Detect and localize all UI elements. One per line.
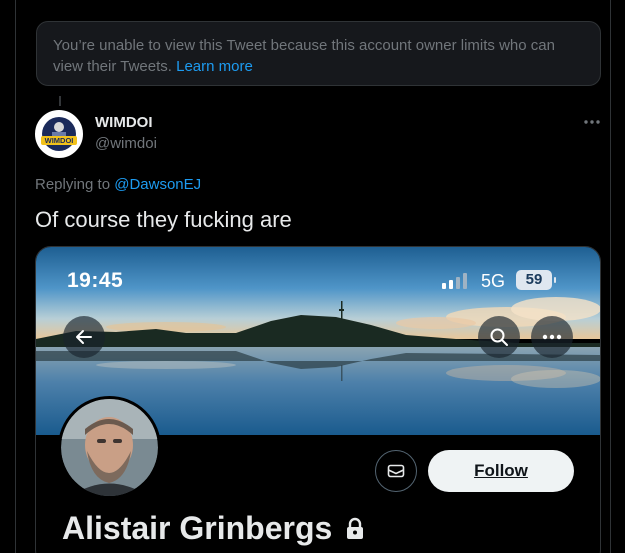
author-avatar[interactable]: WIMDOI: [35, 110, 83, 158]
timeline-border-left: [15, 0, 16, 553]
replying-to-mention[interactable]: @DawsonEJ: [114, 176, 201, 193]
profile-display-name: Alistair Grinbergs: [62, 510, 333, 546]
restricted-tweet-notice: You’re unable to view this Tweet because…: [36, 21, 601, 86]
phone-status-time: 19:45: [67, 269, 124, 292]
timeline-border-right: [610, 0, 611, 553]
author-name[interactable]: WIMDOI: [95, 114, 153, 131]
more-icon[interactable]: [580, 112, 604, 132]
battery-nub: [554, 277, 556, 283]
replying-to-prefix: Replying to: [35, 176, 111, 193]
learn-more-link[interactable]: Learn more: [176, 58, 253, 75]
author-handle[interactable]: @wimdoi: [95, 135, 157, 152]
replying-to-line: Replying to @DawsonEJ: [35, 176, 201, 193]
avatar-logo-text: WIMDOI: [45, 136, 74, 145]
profile-avatar[interactable]: [58, 396, 161, 499]
message-button[interactable]: [375, 450, 417, 492]
follow-button[interactable]: Follow: [428, 450, 574, 492]
back-arrow-icon[interactable]: [63, 316, 105, 358]
battery-indicator: 59: [516, 270, 552, 290]
more-horizontal-icon[interactable]: [531, 316, 573, 358]
search-icon[interactable]: [478, 316, 520, 358]
thread-connector: [59, 96, 61, 106]
network-type: 5G: [481, 271, 506, 291]
tweet-text: Of course they fucking are: [35, 207, 292, 232]
mail-icon: [387, 464, 405, 478]
lock-icon: [344, 517, 366, 541]
notice-text: You’re unable to view this Tweet because…: [53, 37, 555, 75]
signal-icon: [441, 272, 471, 290]
